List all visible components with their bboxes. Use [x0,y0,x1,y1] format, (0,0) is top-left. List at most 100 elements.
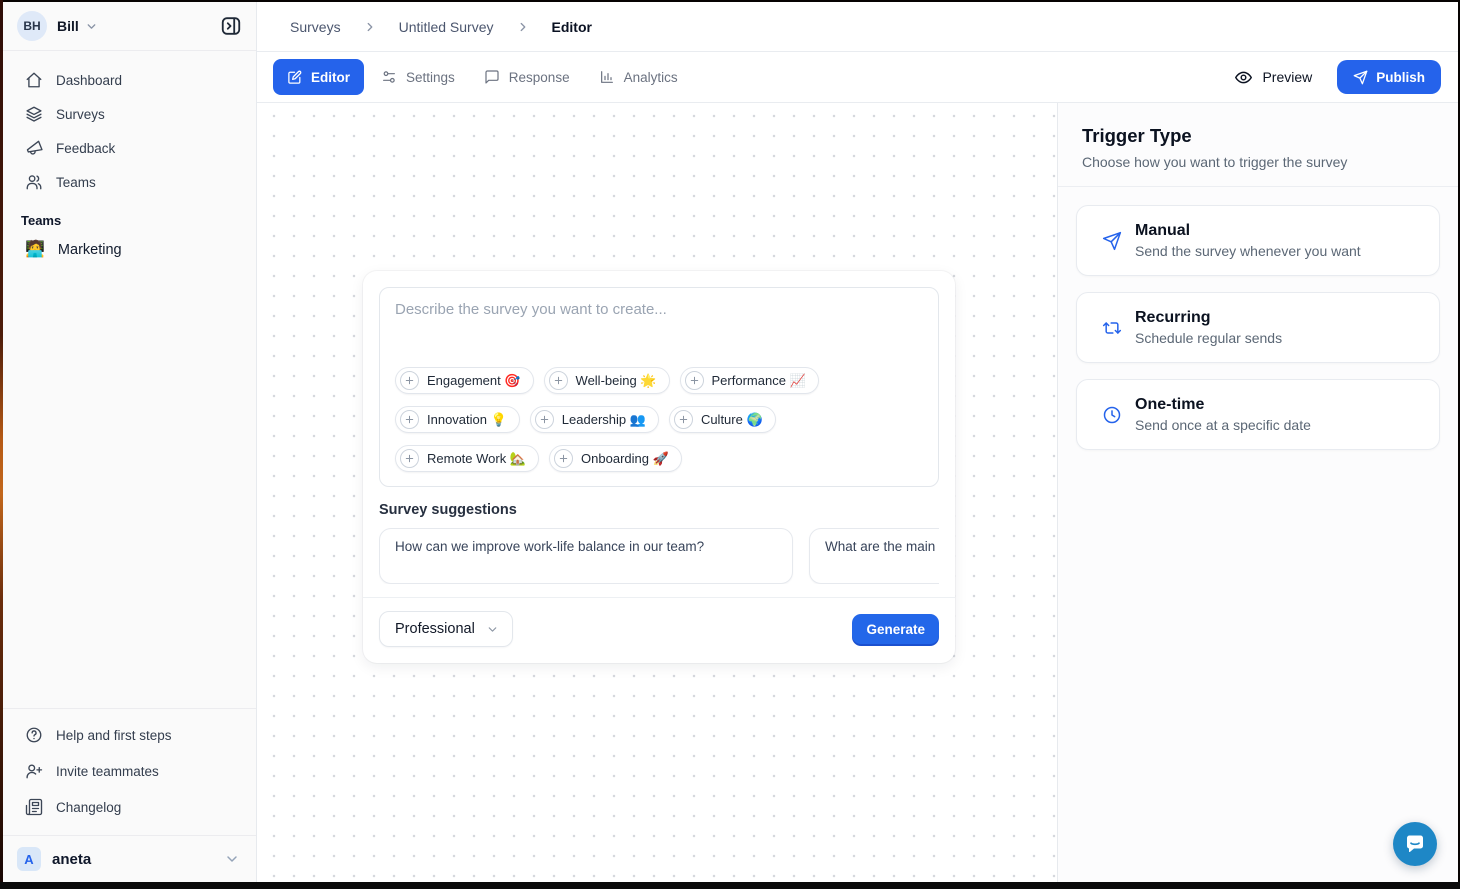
trigger-type-panel: Trigger Type Choose how you want to trig… [1057,103,1458,882]
sidebar-item-label: Dashboard [56,73,122,88]
breadcrumb-surveys[interactable]: Surveys [290,19,341,35]
preview-button[interactable]: Preview [1234,68,1312,87]
sidebar-item-label: Teams [56,175,96,190]
send-icon [1353,70,1368,85]
repeat-icon [1102,318,1122,338]
topic-chip-label: Well-being 🌟 [576,373,657,389]
topic-chip-label: Onboarding 🚀 [581,451,669,467]
sidebar-nav: Dashboard Surveys Feedback Teams [3,51,256,268]
collapse-sidebar-button[interactable] [218,13,244,39]
bar-chart-icon [599,69,615,85]
sidebar-item-feedback[interactable]: Feedback [15,131,244,165]
plus-icon [400,410,419,429]
generate-button[interactable]: Generate [852,614,939,644]
suggestions-row: How can we improve work-life balance in … [379,528,939,584]
topic-chip-leadership[interactable]: Leadership 👥 [530,406,659,433]
plus-icon [554,449,573,468]
chevron-down-icon [85,20,98,33]
workspace-name: Bill [57,18,79,34]
sidebar-footer-nav: Help and first steps Invite teammates Ch… [3,709,256,835]
tab-label: Response [509,70,570,85]
chevron-right-icon [516,20,530,34]
publish-button[interactable]: Publish [1337,60,1441,94]
breadcrumb-untitled-survey[interactable]: Untitled Survey [399,19,494,35]
topic-chip-label: Culture 🌍 [701,412,763,428]
message-square-icon [484,69,500,85]
sidebar-item-help[interactable]: Help and first steps [15,717,244,753]
editor-canvas[interactable]: Engagement 🎯 Well-being 🌟 Performance 📈 [257,103,1057,882]
survey-description-input[interactable] [395,301,923,357]
topic-chip-onboarding[interactable]: Onboarding 🚀 [549,445,682,472]
breadcrumb: Surveys Untitled Survey Editor [257,2,1458,52]
trigger-option-manual[interactable]: Manual Send the survey whenever you want [1076,205,1440,276]
trigger-panel-header: Trigger Type Choose how you want to trig… [1058,103,1458,187]
user-menu[interactable]: A aneta [3,836,256,882]
bottom-screen-edge [0,882,1460,889]
sidebar-item-dashboard[interactable]: Dashboard [15,63,244,97]
tab-response[interactable]: Response [472,59,582,95]
chat-bubble-icon [1403,832,1427,856]
topic-chip-wellbeing[interactable]: Well-being 🌟 [544,367,670,394]
tone-value: Professional [395,621,475,637]
plus-icon [535,410,554,429]
tone-select[interactable]: Professional [379,611,513,647]
team-emoji: 🧑‍💻 [25,242,45,258]
sidebar-item-teams[interactable]: Teams [15,165,244,199]
plus-icon [400,449,419,468]
option-description: Send the survey whenever you want [1135,243,1361,259]
user-avatar: A [17,847,41,871]
newspaper-icon [25,798,43,816]
chevron-down-icon [224,851,240,867]
topic-chip-performance[interactable]: Performance 📈 [680,367,819,394]
editor-toolbar: Editor Settings Response Analytics [257,52,1458,103]
tab-editor[interactable]: Editor [273,59,364,95]
panel-subtitle: Choose how you want to trigger the surve… [1082,154,1434,170]
sidebar-item-invite[interactable]: Invite teammates [15,753,244,789]
home-icon [25,71,43,89]
megaphone-icon [25,139,43,157]
tab-settings[interactable]: Settings [369,59,467,95]
sidebar-item-label: Feedback [56,141,115,156]
tab-label: Settings [406,70,455,85]
suggestions-title: Survey suggestions [379,502,939,518]
topic-chip-culture[interactable]: Culture 🌍 [669,406,776,433]
tab-label: Analytics [624,70,678,85]
workspace-avatar: BH [17,11,47,41]
plus-icon [674,410,693,429]
sidebar-item-surveys[interactable]: Surveys [15,97,244,131]
sliders-icon [381,69,397,85]
publish-label: Publish [1376,70,1425,85]
topic-chip-engagement[interactable]: Engagement 🎯 [395,367,534,394]
layers-icon [25,105,43,123]
trigger-option-recurring[interactable]: Recurring Schedule regular sends [1076,292,1440,363]
send-icon [1102,231,1122,251]
sidebar-section-teams: Teams [15,213,244,228]
sidebar-item-marketing[interactable]: 🧑‍💻 Marketing [15,232,244,268]
workspace-switcher[interactable]: BH Bill [3,2,256,50]
trigger-option-text: Manual Send the survey whenever you want [1135,222,1361,259]
sidebar-item-label: Changelog [56,800,121,815]
suggestion-card[interactable]: How can we improve work-life balance in … [379,528,793,584]
main-column: Surveys Untitled Survey Editor Editor [257,2,1458,882]
option-description: Send once at a specific date [1135,417,1311,433]
topic-chip-remote-work[interactable]: Remote Work 🏡 [395,445,539,472]
suggestion-card[interactable]: What are the main ob [809,528,939,584]
app-window: BH Bill Dashboard Surveys [3,2,1458,882]
topic-chip-innovation[interactable]: Innovation 💡 [395,406,520,433]
tab-label: Editor [311,70,350,85]
topic-chip-label: Remote Work 🏡 [427,451,526,467]
tab-analytics[interactable]: Analytics [587,59,690,95]
trigger-option-one-time[interactable]: One-time Send once at a specific date [1076,379,1440,450]
chevron-down-icon [486,623,499,636]
sidebar-item-label: Help and first steps [56,728,172,743]
user-name: aneta [52,851,224,868]
topic-chips: Engagement 🎯 Well-being 🌟 Performance 📈 [395,367,923,472]
composer-footer: Professional Generate [379,598,939,647]
chat-launcher-button[interactable] [1393,822,1437,866]
sidebar-item-label: Surveys [56,107,105,122]
topic-chip-label: Leadership 👥 [562,412,646,428]
content-row: Engagement 🎯 Well-being 🌟 Performance 📈 [257,103,1458,882]
survey-composer-card: Engagement 🎯 Well-being 🌟 Performance 📈 [363,271,955,663]
panel-title: Trigger Type [1082,125,1434,147]
sidebar-item-changelog[interactable]: Changelog [15,789,244,825]
